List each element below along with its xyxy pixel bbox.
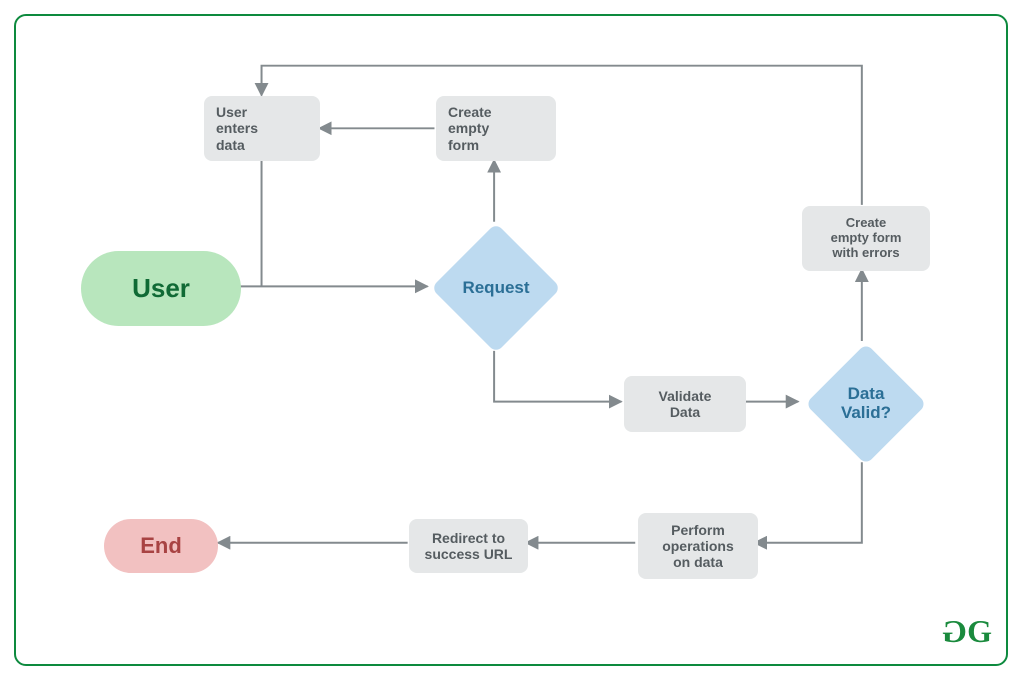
node-perform-operations: Perform operations on data <box>638 513 758 579</box>
node-validate-data-text: Validate Data <box>659 388 712 420</box>
node-redirect-success: Redirect to success URL <box>409 519 528 573</box>
node-data-valid-label: Data Valid? <box>802 343 930 465</box>
node-user-enters-data: User enters data <box>204 96 320 161</box>
node-user: User <box>81 251 241 326</box>
node-validate-data: Validate Data <box>624 376 746 432</box>
logo-g: G <box>967 613 988 649</box>
node-redirect-success-text: Redirect to success URL <box>425 530 513 562</box>
node-data-valid: Data Valid? <box>802 343 930 465</box>
node-request-label: Request <box>429 223 563 353</box>
node-perform-operations-text: Perform operations on data <box>662 522 734 570</box>
node-user-label: User <box>132 274 190 304</box>
node-user-enters-data-text: User enters data <box>216 104 258 152</box>
diagram-frame: User User enters data Create empty form … <box>14 14 1008 666</box>
logo-g-flipped: G <box>946 613 967 650</box>
node-request: Request <box>429 223 563 353</box>
node-end: End <box>104 519 218 573</box>
node-create-errors-text: Create empty form with errors <box>831 216 902 261</box>
node-create-empty-form: Create empty form <box>436 96 556 161</box>
node-end-label: End <box>140 533 182 558</box>
node-create-empty-form-text: Create empty form <box>448 104 492 152</box>
diagram-canvas: User User enters data Create empty form … <box>16 16 1006 664</box>
logo: GG <box>946 613 988 650</box>
node-create-errors: Create empty form with errors <box>802 206 930 271</box>
